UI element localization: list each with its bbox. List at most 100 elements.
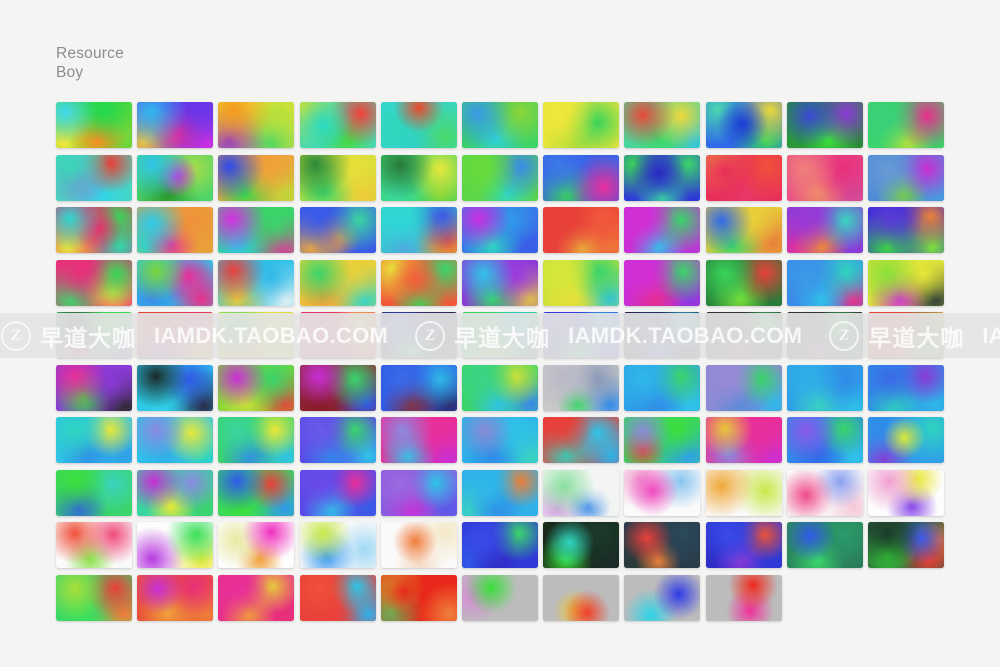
gradient-swatch[interactable] [543,417,620,463]
gradient-swatch[interactable] [461,312,538,358]
gradient-swatch[interactable] [137,102,214,148]
gradient-swatch[interactable] [786,364,863,411]
gradient-swatch[interactable] [543,312,620,358]
gradient-swatch[interactable] [705,259,782,306]
gradient-swatch[interactable] [56,102,132,148]
gradient-swatch[interactable] [705,522,782,568]
gradient-swatch[interactable] [543,574,620,621]
gradient-swatch[interactable] [218,154,295,201]
gradient-swatch[interactable] [299,522,376,568]
gradient-swatch[interactable] [867,522,944,568]
gradient-swatch[interactable] [218,312,295,358]
gradient-swatch[interactable] [218,259,295,306]
gradient-swatch[interactable] [137,312,214,358]
gradient-swatch[interactable] [137,207,214,253]
gradient-swatch[interactable] [299,207,376,253]
gradient-swatch[interactable] [461,469,538,516]
gradient-swatch[interactable] [705,574,782,621]
gradient-swatch[interactable] [786,469,863,516]
gradient-swatch[interactable] [624,154,701,201]
gradient-swatch[interactable] [867,102,944,148]
gradient-swatch[interactable] [56,364,132,411]
gradient-swatch[interactable] [543,207,620,253]
gradient-swatch[interactable] [624,207,701,253]
gradient-swatch[interactable] [705,417,782,463]
gradient-swatch[interactable] [299,154,376,201]
gradient-swatch[interactable] [461,259,538,306]
gradient-swatch[interactable] [380,364,457,411]
gradient-swatch[interactable] [218,102,295,148]
gradient-swatch[interactable] [56,154,132,201]
gradient-swatch[interactable] [543,364,620,411]
gradient-swatch[interactable] [867,469,944,516]
gradient-swatch[interactable] [56,417,132,463]
gradient-swatch[interactable] [299,469,376,516]
gradient-swatch[interactable] [624,469,701,516]
gradient-swatch[interactable] [218,469,295,516]
gradient-swatch[interactable] [867,207,944,253]
gradient-swatch[interactable] [624,522,701,568]
gradient-swatch[interactable] [137,154,214,201]
gradient-swatch[interactable] [624,364,701,411]
gradient-swatch[interactable] [461,574,538,621]
gradient-swatch[interactable] [218,417,295,463]
gradient-swatch[interactable] [786,417,863,463]
gradient-swatch[interactable] [380,154,457,201]
gradient-swatch[interactable] [705,312,782,358]
gradient-swatch[interactable] [299,259,376,306]
gradient-swatch[interactable] [56,469,132,516]
gradient-swatch[interactable] [299,364,376,411]
gradient-swatch[interactable] [543,259,620,306]
gradient-swatch[interactable] [543,469,620,516]
gradient-swatch[interactable] [461,522,538,568]
gradient-swatch[interactable] [705,364,782,411]
gradient-swatch[interactable] [56,574,132,621]
gradient-swatch[interactable] [705,207,782,253]
gradient-swatch[interactable] [786,102,863,148]
gradient-swatch[interactable] [461,207,538,253]
gradient-swatch[interactable] [137,469,214,516]
gradient-swatch[interactable] [543,102,620,148]
gradient-swatch[interactable] [299,574,376,621]
gradient-swatch[interactable] [137,574,214,621]
gradient-swatch[interactable] [705,469,782,516]
gradient-swatch[interactable] [218,364,295,411]
gradient-swatch[interactable] [624,312,701,358]
gradient-swatch[interactable] [56,259,132,306]
gradient-swatch[interactable] [56,207,132,253]
gradient-swatch[interactable] [380,574,457,621]
gradient-swatch[interactable] [867,364,944,411]
gradient-swatch[interactable] [461,417,538,463]
gradient-swatch[interactable] [137,259,214,306]
gradient-swatch[interactable] [786,522,863,568]
gradient-swatch[interactable] [299,417,376,463]
gradient-swatch[interactable] [380,522,457,568]
gradient-swatch[interactable] [461,102,538,148]
gradient-swatch[interactable] [867,417,944,463]
gradient-swatch[interactable] [624,417,701,463]
gradient-swatch[interactable] [786,207,863,253]
gradient-swatch[interactable] [624,574,701,621]
gradient-swatch[interactable] [299,102,376,148]
gradient-swatch[interactable] [461,364,538,411]
gradient-swatch[interactable] [786,259,863,306]
gradient-swatch[interactable] [786,312,863,358]
gradient-swatch[interactable] [380,417,457,463]
gradient-swatch[interactable] [867,312,944,358]
gradient-swatch[interactable] [137,364,214,411]
gradient-swatch[interactable] [380,469,457,516]
gradient-swatch[interactable] [380,259,457,306]
gradient-swatch[interactable] [705,154,782,201]
gradient-swatch[interactable] [56,522,132,568]
gradient-swatch[interactable] [543,154,620,201]
gradient-swatch[interactable] [867,259,944,306]
gradient-swatch[interactable] [56,312,132,358]
gradient-swatch[interactable] [624,259,701,306]
gradient-swatch[interactable] [218,574,295,621]
gradient-swatch[interactable] [867,154,944,201]
gradient-swatch[interactable] [380,312,457,358]
gradient-swatch[interactable] [137,522,214,568]
gradient-swatch[interactable] [218,522,295,568]
gradient-swatch[interactable] [786,154,863,201]
gradient-swatch[interactable] [380,207,457,253]
